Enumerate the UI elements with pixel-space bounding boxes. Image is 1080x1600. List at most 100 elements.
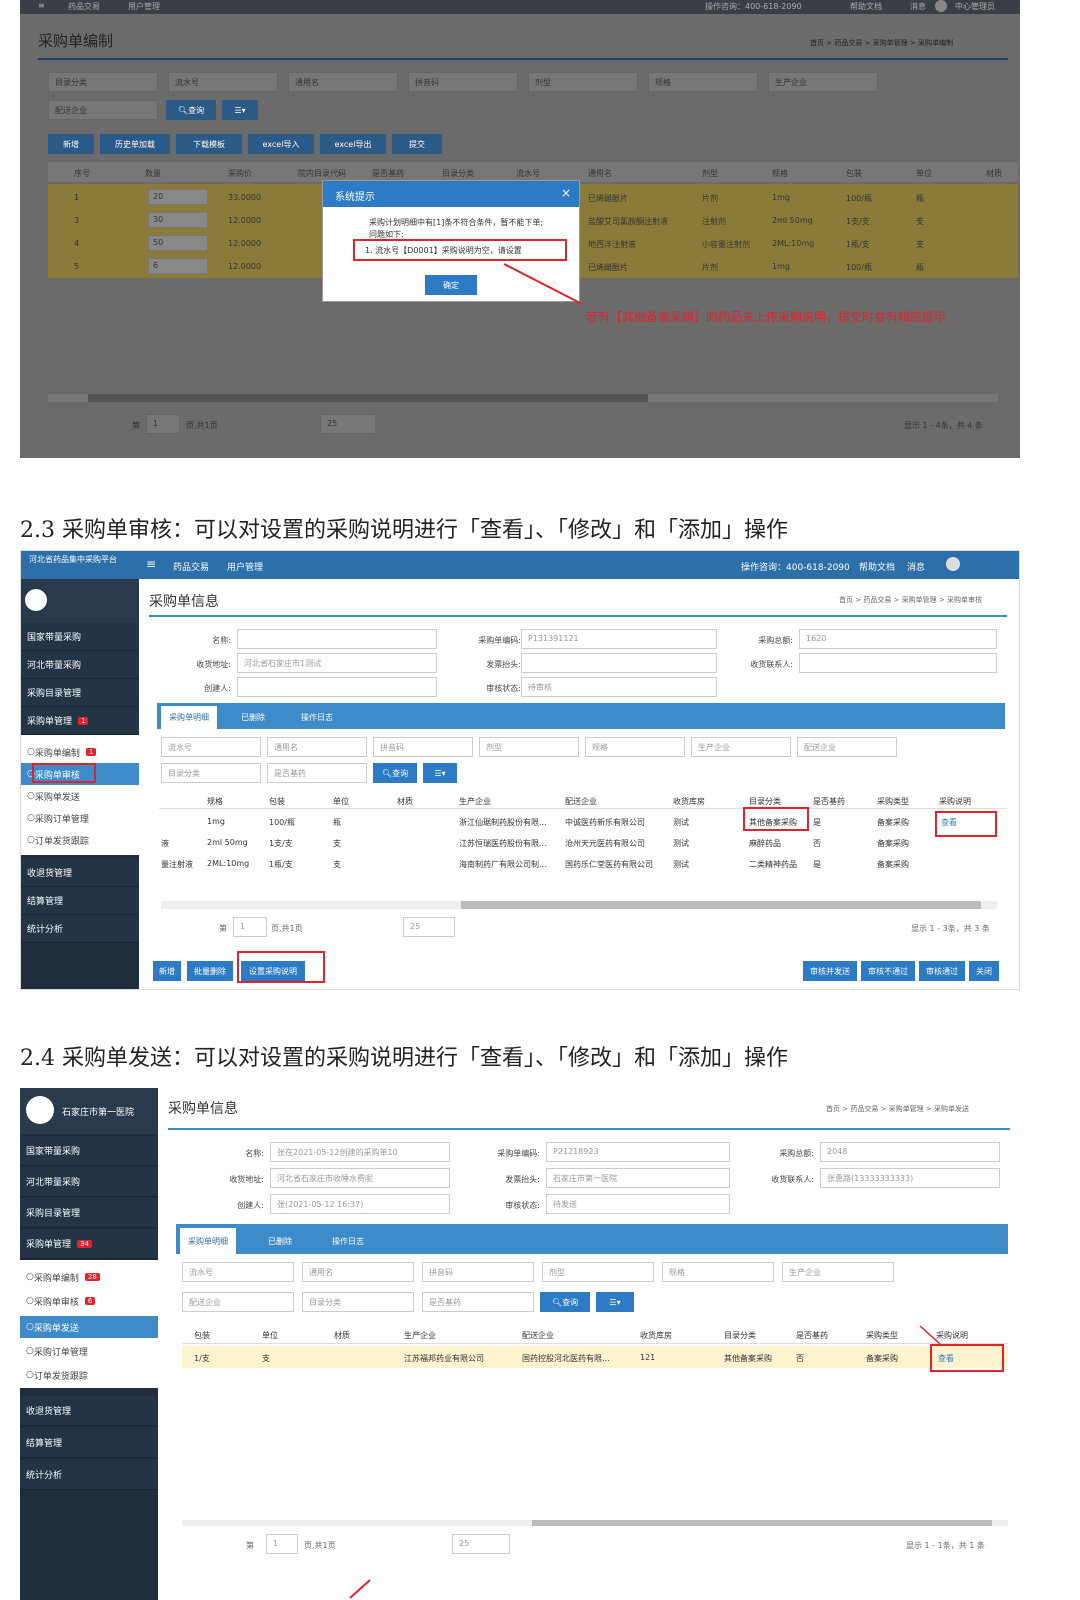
- top-menu-trade[interactable]: 药品交易: [173, 560, 209, 573]
- list-menu-button[interactable]: ☰▾: [222, 100, 258, 120]
- tab-deleted[interactable]: 已删除: [233, 706, 273, 729]
- h-scrollbar[interactable]: [182, 1520, 1008, 1526]
- search-button[interactable]: 🔍︎ 查询: [373, 763, 417, 783]
- total-field[interactable]: 1620: [799, 629, 997, 649]
- sub-item-send[interactable]: ○ 采购单发送: [20, 1316, 158, 1338]
- qty-input[interactable]: 6: [148, 258, 208, 274]
- toolbar-import-button[interactable]: excel导入: [248, 134, 314, 154]
- list-menu-button[interactable]: ☰▾: [423, 763, 457, 783]
- filter-essential[interactable]: 是否基药: [267, 763, 367, 783]
- creator-field[interactable]: [237, 677, 437, 697]
- h-scrollbar[interactable]: [161, 901, 997, 909]
- page-size-select[interactable]: 25: [320, 414, 376, 434]
- sidebar-item-orders[interactable]: 采购单管理 34: [20, 1229, 158, 1259]
- qty-input[interactable]: 50: [148, 235, 208, 251]
- filter-pinyin[interactable]: 拼音码: [408, 72, 518, 92]
- avatar-icon[interactable]: [946, 557, 960, 571]
- toolbar-submit-button[interactable]: 提交: [392, 134, 442, 154]
- sub-item-edit[interactable]: ○ 采购单编制 28: [20, 1266, 158, 1288]
- filter-name[interactable]: 通用名: [288, 72, 398, 92]
- filter-catalog[interactable]: 目录分类: [161, 763, 261, 783]
- sidebar-item-returns[interactable]: 收退货管理: [21, 859, 139, 887]
- sidebar-item-catalog[interactable]: 采购目录管理: [21, 679, 139, 707]
- filter-maker[interactable]: 生产企业: [782, 1262, 894, 1282]
- filter-spec[interactable]: 规格: [585, 737, 685, 757]
- tab-deleted[interactable]: 已删除: [260, 1228, 300, 1254]
- sub-item-review[interactable]: ○ 采购单审核 6: [20, 1290, 158, 1312]
- top-msg[interactable]: 消息: [910, 1, 926, 12]
- review-pass-button[interactable]: 审核通过: [919, 961, 965, 981]
- dialog-ok-button[interactable]: 确定: [425, 275, 477, 295]
- top-menu-user[interactable]: 用户管理: [227, 560, 263, 573]
- sub-item-edit[interactable]: ○ 采购单编制 1: [21, 741, 139, 763]
- add-button[interactable]: 新增: [153, 961, 181, 981]
- page-size-select[interactable]: 25: [452, 1534, 510, 1554]
- sidebar-item-stats[interactable]: 统计分析: [20, 1460, 158, 1490]
- search-button[interactable]: 🔍︎ 查询: [166, 100, 216, 120]
- filter-spec[interactable]: 规格: [648, 72, 758, 92]
- filter-form[interactable]: 剂型: [479, 737, 579, 757]
- top-menu-user[interactable]: 用户管理: [128, 1, 160, 12]
- filter-name[interactable]: 通用名: [267, 737, 367, 757]
- tab-detail[interactable]: 采购单明细: [161, 706, 217, 729]
- sub-item-send[interactable]: ○ 采购单发送: [21, 785, 139, 807]
- sidebar-item-orders[interactable]: 采购单管理 1: [21, 707, 139, 735]
- toolbar-template-button[interactable]: 下载模板: [176, 134, 242, 154]
- code-field[interactable]: P21218923: [546, 1142, 730, 1162]
- toolbar-add-button[interactable]: 新增: [48, 134, 94, 154]
- filter-pinyin[interactable]: 拼音码: [373, 737, 473, 757]
- status-field[interactable]: 待审核: [521, 677, 717, 697]
- filter-spec[interactable]: 规格: [662, 1262, 774, 1282]
- sidebar-item-settlement[interactable]: 结算管理: [20, 1428, 158, 1458]
- avatar-icon[interactable]: [935, 0, 947, 12]
- page-input[interactable]: 1: [266, 1534, 298, 1554]
- sidebar-item-catalog[interactable]: 采购目录管理: [20, 1198, 158, 1228]
- creator-field[interactable]: 张(2021-05-12 16:37): [270, 1194, 450, 1214]
- review-send-button[interactable]: 审核并发送: [803, 961, 857, 981]
- h-scrollbar[interactable]: [48, 394, 998, 402]
- qty-input[interactable]: 20: [148, 189, 208, 205]
- contact-field[interactable]: [799, 653, 997, 673]
- filter-pinyin[interactable]: 拼音码: [422, 1262, 534, 1282]
- close-icon[interactable]: ×: [561, 186, 571, 200]
- filter-serial[interactable]: 流水号: [161, 737, 261, 757]
- contact-field[interactable]: 张惠路(13333333333): [820, 1168, 1000, 1188]
- filter-catalog[interactable]: 目录分类: [48, 72, 158, 92]
- sub-item-manage[interactable]: ○ 采购订单管理: [20, 1340, 158, 1362]
- list-menu-button[interactable]: ☰▾: [596, 1292, 634, 1312]
- invoice-field[interactable]: [521, 653, 717, 673]
- top-help[interactable]: 帮助文档: [850, 1, 882, 12]
- sidebar-item-hebei[interactable]: 河北带量采购: [21, 651, 139, 679]
- sidebar-item-settlement[interactable]: 结算管理: [21, 887, 139, 915]
- filter-form[interactable]: 剂型: [542, 1262, 654, 1282]
- top-help[interactable]: 帮助文档: [859, 560, 895, 573]
- tab-log[interactable]: 操作日志: [293, 706, 341, 729]
- sub-item-manage[interactable]: ○ 采购订单管理: [21, 807, 139, 829]
- sub-item-track[interactable]: ○ 订单发货跟踪: [21, 829, 139, 851]
- filter-maker[interactable]: 生产企业: [768, 72, 878, 92]
- status-field[interactable]: 待发送: [546, 1194, 730, 1214]
- filter-form[interactable]: 剂型: [528, 72, 638, 92]
- address-field[interactable]: 河北省石家庄市收睡水费呢: [270, 1168, 450, 1188]
- batch-delete-button[interactable]: 批量删除: [187, 961, 233, 981]
- invoice-field[interactable]: 石家庄市第一医院: [546, 1168, 730, 1188]
- filter-serial[interactable]: 流水号: [168, 72, 278, 92]
- close-button[interactable]: 关闭: [969, 961, 999, 981]
- filter-distributor[interactable]: 配送企业: [797, 737, 897, 757]
- toolbar-history-button[interactable]: 历史单加载: [100, 134, 170, 154]
- qty-input[interactable]: 30: [148, 212, 208, 228]
- total-field[interactable]: 2048: [820, 1142, 1000, 1162]
- tab-detail[interactable]: 采购单明细: [180, 1228, 236, 1254]
- filter-distributor[interactable]: 配送企业: [182, 1292, 294, 1312]
- sidebar-item-returns[interactable]: 收退货管理: [20, 1396, 158, 1426]
- code-field[interactable]: P131391121: [521, 629, 717, 649]
- filter-serial[interactable]: 流水号: [182, 1262, 294, 1282]
- top-menu-trade[interactable]: 药品交易: [68, 1, 100, 12]
- review-reject-button[interactable]: 审核不通过: [861, 961, 915, 981]
- filter-name[interactable]: 通用名: [302, 1262, 414, 1282]
- address-field[interactable]: 河北省石家庄市1测试: [237, 653, 437, 673]
- top-user[interactable]: 中心管理员: [955, 1, 995, 12]
- sidebar-item-hebei[interactable]: 河北带量采购: [20, 1167, 158, 1197]
- toolbar-export-button[interactable]: excel导出: [320, 134, 386, 154]
- tab-log[interactable]: 操作日志: [324, 1228, 372, 1254]
